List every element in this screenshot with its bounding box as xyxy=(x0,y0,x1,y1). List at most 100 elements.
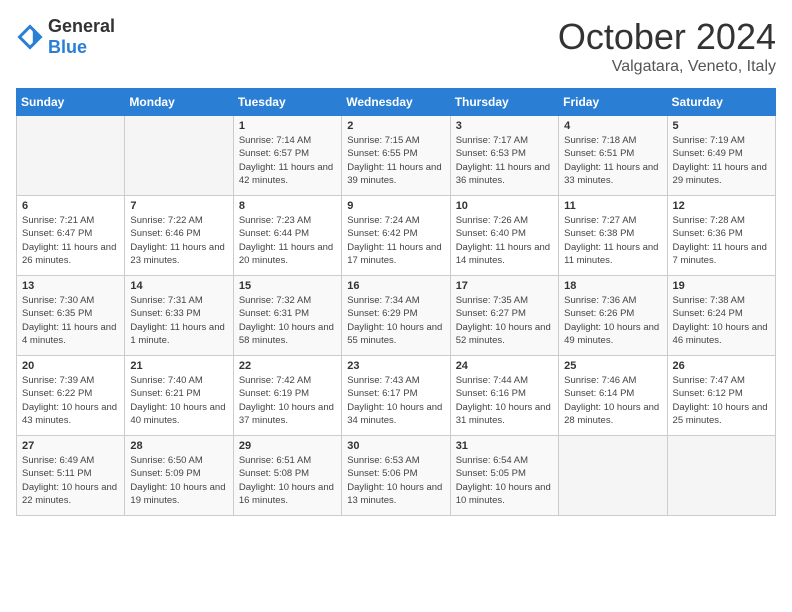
calendar-cell: 8 Sunrise: 7:23 AM Sunset: 6:44 PM Daylig… xyxy=(233,196,341,276)
header-cell-sunday: Sunday xyxy=(17,89,125,116)
cell-info: Sunrise: 7:26 AM Sunset: 6:40 PM Dayligh… xyxy=(456,214,553,267)
calendar-cell: 27Sunrise: 6:49 AM Sunset: 5:11 PM Dayli… xyxy=(17,436,125,516)
day-number: 6 xyxy=(22,200,119,212)
logo-icon xyxy=(16,23,44,51)
cell-info: Sunrise: 7:17 AM Sunset: 6:53 PM Dayligh… xyxy=(456,134,553,187)
calendar-cell xyxy=(17,116,125,196)
cell-info: Sunrise: 7:35 AM Sunset: 6:27 PM Dayligh… xyxy=(456,294,553,347)
day-number: 1 xyxy=(239,120,336,132)
header-cell-tuesday: Tuesday xyxy=(233,89,341,116)
calendar-cell: 1 Sunrise: 7:14 AM Sunset: 6:57 PM Daylig… xyxy=(233,116,341,196)
calendar-cell: 28 Sunrise: 6:50 AM Sunset: 5:09 PM Dayli… xyxy=(125,436,233,516)
day-number: 25 xyxy=(564,360,661,372)
day-number: 26 xyxy=(673,360,770,372)
calendar-week-row: 20Sunrise: 7:39 AM Sunset: 6:22 PM Dayli… xyxy=(17,356,776,436)
cell-info: Sunrise: 7:27 AM Sunset: 6:38 PM Dayligh… xyxy=(564,214,661,267)
calendar-cell xyxy=(667,436,775,516)
cell-info: Sunrise: 6:51 AM Sunset: 5:08 PM Dayligh… xyxy=(239,454,336,507)
cell-info: Sunrise: 6:50 AM Sunset: 5:09 PM Dayligh… xyxy=(130,454,227,507)
page-header: General Blue October 2024 Valgatara, Ven… xyxy=(16,16,776,76)
calendar-cell: 23 Sunrise: 7:43 AM Sunset: 6:17 PM Dayli… xyxy=(342,356,450,436)
calendar-cell: 4 Sunrise: 7:18 AM Sunset: 6:51 PM Daylig… xyxy=(559,116,667,196)
day-number: 4 xyxy=(564,120,661,132)
day-number: 12 xyxy=(673,200,770,212)
calendar-cell: 20Sunrise: 7:39 AM Sunset: 6:22 PM Dayli… xyxy=(17,356,125,436)
calendar-cell: 11 Sunrise: 7:27 AM Sunset: 6:38 PM Dayli… xyxy=(559,196,667,276)
cell-info: Sunrise: 7:38 AM Sunset: 6:24 PM Dayligh… xyxy=(673,294,770,347)
day-number: 30 xyxy=(347,440,444,452)
day-number: 2 xyxy=(347,120,444,132)
day-number: 8 xyxy=(239,200,336,212)
cell-info: Sunrise: 7:31 AM Sunset: 6:33 PM Dayligh… xyxy=(130,294,227,347)
cell-info: Sunrise: 7:39 AM Sunset: 6:22 PM Dayligh… xyxy=(22,374,119,427)
day-number: 9 xyxy=(347,200,444,212)
cell-info: Sunrise: 7:14 AM Sunset: 6:57 PM Dayligh… xyxy=(239,134,336,187)
cell-info: Sunrise: 7:43 AM Sunset: 6:17 PM Dayligh… xyxy=(347,374,444,427)
calendar-cell: 3 Sunrise: 7:17 AM Sunset: 6:53 PM Daylig… xyxy=(450,116,558,196)
calendar-cell: 17 Sunrise: 7:35 AM Sunset: 6:27 PM Dayli… xyxy=(450,276,558,356)
day-number: 3 xyxy=(456,120,553,132)
calendar-cell: 22Sunrise: 7:42 AM Sunset: 6:19 PM Dayli… xyxy=(233,356,341,436)
cell-info: Sunrise: 7:40 AM Sunset: 6:21 PM Dayligh… xyxy=(130,374,227,427)
calendar-cell: 5Sunrise: 7:19 AM Sunset: 6:49 PM Daylig… xyxy=(667,116,775,196)
day-number: 5 xyxy=(673,120,770,132)
day-number: 10 xyxy=(456,200,553,212)
day-number: 27 xyxy=(22,440,119,452)
cell-info: Sunrise: 6:53 AM Sunset: 5:06 PM Dayligh… xyxy=(347,454,444,507)
header-cell-monday: Monday xyxy=(125,89,233,116)
calendar-cell: 10 Sunrise: 7:26 AM Sunset: 6:40 PM Dayli… xyxy=(450,196,558,276)
day-number: 29 xyxy=(239,440,336,452)
calendar-cell: 18Sunrise: 7:36 AM Sunset: 6:26 PM Dayli… xyxy=(559,276,667,356)
calendar-cell: 16 Sunrise: 7:34 AM Sunset: 6:29 PM Dayli… xyxy=(342,276,450,356)
calendar-cell: 2 Sunrise: 7:15 AM Sunset: 6:55 PM Daylig… xyxy=(342,116,450,196)
calendar-week-row: 27Sunrise: 6:49 AM Sunset: 5:11 PM Dayli… xyxy=(17,436,776,516)
day-number: 11 xyxy=(564,200,661,212)
cell-info: Sunrise: 7:42 AM Sunset: 6:19 PM Dayligh… xyxy=(239,374,336,427)
calendar-cell: 26 Sunrise: 7:47 AM Sunset: 6:12 PM Dayli… xyxy=(667,356,775,436)
calendar-cell: 21 Sunrise: 7:40 AM Sunset: 6:21 PM Dayli… xyxy=(125,356,233,436)
calendar-cell: 7 Sunrise: 7:22 AM Sunset: 6:46 PM Daylig… xyxy=(125,196,233,276)
logo-blue-text: Blue xyxy=(48,37,87,57)
day-number: 15 xyxy=(239,280,336,292)
calendar-cell: 29 Sunrise: 6:51 AM Sunset: 5:08 PM Dayli… xyxy=(233,436,341,516)
cell-info: Sunrise: 7:24 AM Sunset: 6:42 PM Dayligh… xyxy=(347,214,444,267)
cell-info: Sunrise: 6:54 AM Sunset: 5:05 PM Dayligh… xyxy=(456,454,553,507)
day-number: 17 xyxy=(456,280,553,292)
cell-info: Sunrise: 7:28 AM Sunset: 6:36 PM Dayligh… xyxy=(673,214,770,267)
calendar-cell: 19 Sunrise: 7:38 AM Sunset: 6:24 PM Dayli… xyxy=(667,276,775,356)
calendar-cell: 9 Sunrise: 7:24 AM Sunset: 6:42 PM Daylig… xyxy=(342,196,450,276)
day-number: 23 xyxy=(347,360,444,372)
header-cell-thursday: Thursday xyxy=(450,89,558,116)
calendar-cell: 25 Sunrise: 7:46 AM Sunset: 6:14 PM Dayli… xyxy=(559,356,667,436)
cell-info: Sunrise: 7:32 AM Sunset: 6:31 PM Dayligh… xyxy=(239,294,336,347)
cell-info: Sunrise: 7:34 AM Sunset: 6:29 PM Dayligh… xyxy=(347,294,444,347)
day-number: 28 xyxy=(130,440,227,452)
day-number: 16 xyxy=(347,280,444,292)
calendar-cell: 6 Sunrise: 7:21 AM Sunset: 6:47 PM Daylig… xyxy=(17,196,125,276)
location-title: Valgatara, Veneto, Italy xyxy=(558,58,776,76)
cell-info: Sunrise: 7:36 AM Sunset: 6:26 PM Dayligh… xyxy=(564,294,661,347)
cell-info: Sunrise: 7:23 AM Sunset: 6:44 PM Dayligh… xyxy=(239,214,336,267)
cell-info: Sunrise: 7:44 AM Sunset: 6:16 PM Dayligh… xyxy=(456,374,553,427)
header-cell-wednesday: Wednesday xyxy=(342,89,450,116)
calendar-week-row: 1 Sunrise: 7:14 AM Sunset: 6:57 PM Daylig… xyxy=(17,116,776,196)
logo-general-text: General xyxy=(48,16,115,37)
cell-info: Sunrise: 7:46 AM Sunset: 6:14 PM Dayligh… xyxy=(564,374,661,427)
day-number: 7 xyxy=(130,200,227,212)
calendar-table: SundayMondayTuesdayWednesdayThursdayFrid… xyxy=(16,88,776,516)
calendar-cell: 13Sunrise: 7:30 AM Sunset: 6:35 PM Dayli… xyxy=(17,276,125,356)
calendar-cell: 24Sunrise: 7:44 AM Sunset: 6:16 PM Dayli… xyxy=(450,356,558,436)
calendar-cell: 30 Sunrise: 6:53 AM Sunset: 5:06 PM Dayli… xyxy=(342,436,450,516)
month-title: October 2024 xyxy=(558,16,776,58)
logo: General Blue xyxy=(16,16,115,58)
cell-info: Sunrise: 7:21 AM Sunset: 6:47 PM Dayligh… xyxy=(22,214,119,267)
header-cell-saturday: Saturday xyxy=(667,89,775,116)
cell-info: Sunrise: 7:47 AM Sunset: 6:12 PM Dayligh… xyxy=(673,374,770,427)
cell-info: Sunrise: 7:22 AM Sunset: 6:46 PM Dayligh… xyxy=(130,214,227,267)
calendar-cell: 15 Sunrise: 7:32 AM Sunset: 6:31 PM Dayli… xyxy=(233,276,341,356)
day-number: 21 xyxy=(130,360,227,372)
cell-info: Sunrise: 7:18 AM Sunset: 6:51 PM Dayligh… xyxy=(564,134,661,187)
day-number: 19 xyxy=(673,280,770,292)
calendar-cell: 12 Sunrise: 7:28 AM Sunset: 6:36 PM Dayli… xyxy=(667,196,775,276)
cell-info: Sunrise: 7:15 AM Sunset: 6:55 PM Dayligh… xyxy=(347,134,444,187)
